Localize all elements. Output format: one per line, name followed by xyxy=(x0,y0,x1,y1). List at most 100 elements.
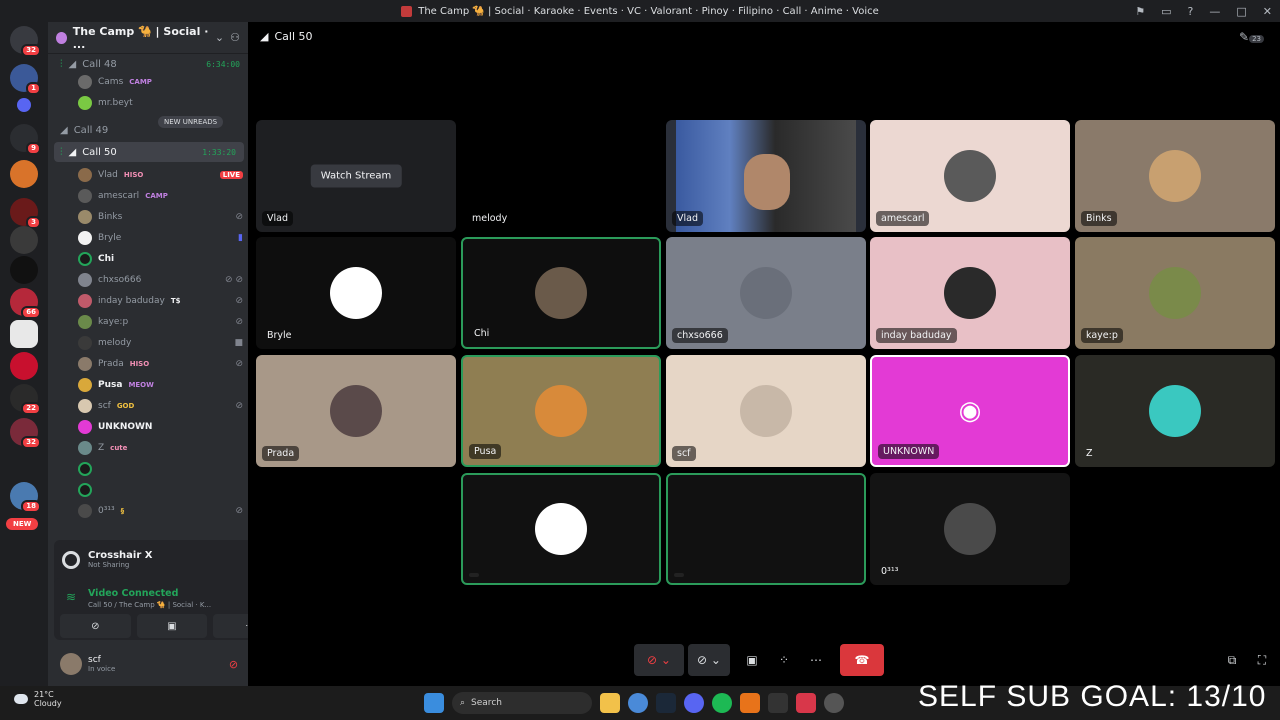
screen-icon[interactable]: ▭ xyxy=(1161,5,1171,18)
obs-icon[interactable] xyxy=(768,693,788,713)
list-item[interactable]: melody ■ xyxy=(78,333,243,353)
more-button[interactable]: ⋯ xyxy=(802,644,830,676)
list-item[interactable]: 0³¹³ § ⊘ xyxy=(78,501,243,521)
server-icon[interactable]: 32 xyxy=(10,418,41,449)
avatar[interactable] xyxy=(60,653,82,675)
list-item[interactable]: amescarl CAMP xyxy=(78,186,243,206)
popout-button[interactable]: ⧉ xyxy=(1222,644,1242,676)
app-icon[interactable] xyxy=(824,693,844,713)
list-item[interactable]: chxso666 ⊘ ⊘ xyxy=(78,270,243,290)
server-icon[interactable]: 18 xyxy=(10,482,41,513)
avatar xyxy=(1149,150,1201,202)
participant-tile[interactable]: melody xyxy=(461,120,661,232)
leave-call-button[interactable]: ☎ xyxy=(840,644,884,676)
participant-tile[interactable]: scf xyxy=(666,355,866,467)
signal-icon[interactable]: ≋ xyxy=(66,590,76,604)
camera-toggle-button[interactable]: ⊘ ⌄ xyxy=(688,644,730,676)
server-pizzeria-icon[interactable] xyxy=(10,160,38,188)
mic-muted-icon[interactable]: ⊘ xyxy=(229,658,238,671)
list-item[interactable]: Binks ⊘ xyxy=(78,207,243,227)
list-item[interactable]: scf GOD ⊘ xyxy=(78,396,243,416)
list-item[interactable]: UNKNOWN xyxy=(78,417,243,437)
participant-tile[interactable]: Z xyxy=(1075,355,1275,467)
mute-toggle-button[interactable]: ⊘ ⌄ xyxy=(634,644,684,676)
windows-start-icon[interactable] xyxy=(424,693,444,713)
app-icon[interactable] xyxy=(796,693,816,713)
voice-channel-call-48[interactable]: ⫶ ◢ Call 48 6:34:00 xyxy=(48,54,248,74)
minimize-button[interactable]: — xyxy=(1209,5,1220,18)
weather-widget[interactable]: 21°C Cloudy xyxy=(14,690,62,708)
server-icon[interactable]: 1 xyxy=(10,64,41,95)
inbox-icon[interactable]: ⚑ xyxy=(1135,5,1145,18)
watch-stream-button[interactable]: Watch Stream xyxy=(310,164,402,188)
activities-button[interactable]: ⁘ xyxy=(770,644,798,676)
steam-icon[interactable] xyxy=(656,693,676,713)
server-icon[interactable]: 66 xyxy=(10,288,41,319)
server-icon[interactable] xyxy=(10,226,38,254)
list-item[interactable]: Vlad HISO LIVE xyxy=(78,165,243,185)
discord-icon[interactable] xyxy=(684,693,704,713)
participant-tile-selected[interactable]: ◉ UNKNOWN xyxy=(870,355,1070,467)
participant-tile[interactable]: Bryle xyxy=(256,237,456,349)
stream-tile[interactable]: Watch Stream Vlad xyxy=(256,120,456,232)
nitro-icon: ▮ xyxy=(238,233,243,243)
taskbar-search[interactable]: ⌕ Search xyxy=(452,692,592,714)
list-item[interactable]: Prada HISO ⊘ xyxy=(78,354,243,374)
ellipsis-icon: ⋯ xyxy=(810,653,822,667)
participant-tile-speaking[interactable] xyxy=(666,473,866,585)
camera-off-button[interactable]: ⊘ xyxy=(60,614,131,638)
list-item[interactable]: Cams CAMP xyxy=(78,72,243,92)
server-icon[interactable]: 22 xyxy=(10,384,41,415)
avatar xyxy=(78,441,92,455)
voice-status[interactable]: Video Connected xyxy=(88,588,178,599)
home-discord-icon[interactable]: 32 xyxy=(10,26,41,57)
fullscreen-button[interactable]: ⛶ xyxy=(1252,644,1272,676)
participant-tile[interactable]: kaye:p xyxy=(1075,237,1275,349)
list-item[interactable] xyxy=(78,459,243,479)
participant-tile[interactable]: Prada xyxy=(256,355,456,467)
list-item[interactable]: kaye:p ⊘ xyxy=(78,312,243,332)
file-explorer-icon[interactable] xyxy=(600,693,620,713)
list-item[interactable]: mr.beyt xyxy=(78,93,243,113)
participant-tile[interactable]: inday baduday xyxy=(870,237,1070,349)
voice-location[interactable]: Call 50 / The Camp 🐪 | Social · K... xyxy=(88,601,211,609)
camera-tile[interactable]: Vlad xyxy=(666,120,866,232)
server-icon[interactable]: 3 xyxy=(10,198,41,229)
participant-tile-speaking[interactable]: Chi xyxy=(461,237,661,349)
folder-icon[interactable] xyxy=(17,98,31,112)
voice-channel-call-49[interactable]: ◢ Call 49 xyxy=(48,120,248,140)
help-icon[interactable]: ? xyxy=(1188,5,1194,18)
new-servers-pill[interactable]: NEW xyxy=(6,518,39,530)
voice-channel-call-50[interactable]: ⫶ ◢ Call 50 1:33:20 xyxy=(54,142,244,162)
screen-share-icon: ▣ xyxy=(167,620,177,632)
participant-tile[interactable]: amescarl xyxy=(870,120,1070,232)
participant-tile[interactable]: Binks xyxy=(1075,120,1275,232)
app-icon[interactable] xyxy=(740,693,760,713)
server-header[interactable]: The Camp 🐪 | Social · ... ⌄ ⚇ xyxy=(48,22,248,54)
share-screen-button[interactable]: ▣ xyxy=(738,644,766,676)
avatar xyxy=(944,150,996,202)
maximize-button[interactable]: □ xyxy=(1236,5,1246,18)
participant-tile-speaking[interactable]: Pusa xyxy=(461,355,661,467)
share-screen-button[interactable]: ▣ xyxy=(136,614,208,638)
list-item[interactable]: inday baduday T$ ⊘ xyxy=(78,291,243,311)
chrome-icon[interactable] xyxy=(628,693,648,713)
participant-tile-speaking[interactable] xyxy=(461,473,661,585)
list-item[interactable] xyxy=(78,480,243,500)
chat-icon[interactable]: ✎ 23 xyxy=(1239,30,1264,44)
list-item[interactable]: Bryle ▮ xyxy=(78,228,243,248)
avatar xyxy=(78,336,92,350)
server-the-camp-icon[interactable] xyxy=(10,320,38,348)
spotify-icon[interactable] xyxy=(712,693,732,713)
add-member-icon[interactable]: ⚇ xyxy=(230,31,240,44)
list-item[interactable]: Zcute xyxy=(78,438,243,458)
close-button[interactable]: ✕ xyxy=(1263,5,1272,18)
participant-tile[interactable]: chxso666 xyxy=(666,237,866,349)
list-item[interactable]: Chi xyxy=(78,249,243,269)
server-icon[interactable] xyxy=(10,256,38,284)
participant-tile[interactable]: 0³¹³ xyxy=(870,473,1070,585)
avatar xyxy=(78,315,92,329)
server-icon[interactable] xyxy=(10,352,38,380)
server-icon[interactable]: 9 xyxy=(10,124,41,155)
list-item[interactable]: Pusa MEOW xyxy=(78,375,243,395)
